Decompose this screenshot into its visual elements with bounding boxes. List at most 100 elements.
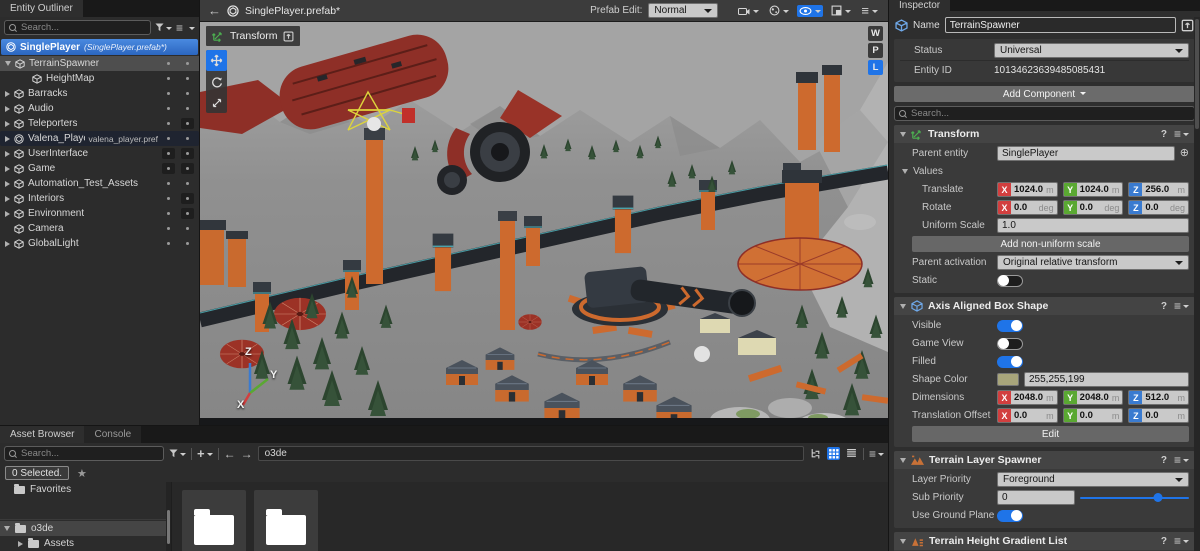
collapse-caret-icon[interactable] [900,132,906,137]
translate-x-field[interactable]: X1024.0m [997,182,1058,197]
entity-name-input[interactable] [945,17,1176,33]
expand-caret-icon[interactable] [5,91,10,97]
filter-icon[interactable] [155,23,172,32]
collapse-caret-icon[interactable] [900,458,906,463]
outliner-row-audio[interactable]: Audio [0,101,199,116]
outliner-row-game[interactable]: Game [0,161,199,176]
add-component-button[interactable]: Add Component [894,86,1195,102]
local-space-button[interactable]: L [868,60,883,75]
inspector-search-input[interactable] [911,108,1190,119]
rotate-tool-button[interactable] [206,71,227,92]
visibility-eye-icon[interactable] [797,5,823,17]
shape-color-field[interactable]: 255,255,199 [1024,372,1189,387]
lock-toggle[interactable] [181,88,194,99]
translate-z-field[interactable]: Z256.0m [1128,182,1189,197]
outliner-row-interiors[interactable]: Interiors [0,191,199,206]
folder-tile[interactable] [182,490,246,551]
dimensions-x-field[interactable]: X2048.0m [997,390,1058,405]
tab-entity-outliner[interactable]: Entity Outliner [0,0,83,17]
rotate-y-field[interactable]: Y0.0deg [1063,200,1124,215]
inspector-search[interactable] [894,106,1195,121]
selected-count-button[interactable]: 0 Selected. [5,466,69,480]
values-caret-icon[interactable] [902,169,908,174]
visibility-toggle[interactable] [162,193,175,204]
expand-caret-icon[interactable] [5,211,10,217]
gradient-list-header[interactable]: Terrain Height Gradient List ?≡ [894,532,1195,550]
expand-caret-icon[interactable] [18,541,23,547]
visibility-toggle[interactable] [162,133,175,144]
rotate-x-field[interactable]: X0.0deg [997,200,1058,215]
use-ground-plane-toggle[interactable] [997,510,1023,522]
visibility-toggle[interactable] [162,208,175,219]
camera-icon[interactable] [736,5,761,17]
viewport-menu-icon[interactable]: ≡ [859,3,880,18]
tab-console[interactable]: Console [84,426,141,443]
nav-back-icon[interactable]: ← [224,448,236,460]
lock-toggle[interactable] [181,103,194,114]
lock-toggle[interactable] [181,208,194,219]
dimensions-y-field[interactable]: Y2048.0m [1063,390,1124,405]
expand-caret-icon[interactable] [5,136,10,142]
scale-tool-button[interactable] [206,92,227,113]
help-icon[interactable]: ? [1161,455,1167,466]
component-menu-icon[interactable]: ≡ [1174,534,1189,548]
visibility-toggle[interactable] [162,103,175,114]
visibility-toggle[interactable] [162,88,175,99]
box-shape-header[interactable]: Axis Aligned Box Shape ?≡ [894,297,1195,315]
edit-box-button[interactable]: Edit [912,426,1189,442]
tab-inspector[interactable]: Inspector [889,0,950,11]
add-non-uniform-scale-button[interactable]: Add non-uniform scale [912,236,1189,252]
tab-asset-browser[interactable]: Asset Browser [0,426,84,443]
collapse-caret-icon[interactable] [900,304,906,309]
lock-toggle[interactable] [181,58,194,69]
lock-toggle[interactable] [181,178,194,189]
folder-tile[interactable] [254,490,318,551]
static-toggle[interactable] [997,275,1023,287]
visibility-toggle[interactable] [162,148,175,159]
rotate-z-field[interactable]: Z0.0deg [1128,200,1189,215]
visibility-toggle[interactable] [162,73,175,84]
visible-toggle[interactable] [997,320,1023,332]
tree-view-icon[interactable] [809,447,822,460]
uniform-scale-field[interactable]: 1.0 [997,218,1189,233]
prefab-edit-mode-dropdown[interactable]: Normal [648,3,718,18]
move-tool-button[interactable] [206,50,227,71]
favorites-row[interactable]: Favorites [0,482,171,497]
dimensions-z-field[interactable]: Z512.0m [1128,390,1189,405]
favorite-star-icon[interactable]: ★ [77,467,87,480]
outliner-row-singleplayer[interactable]: SinglePlayer (SinglePlayer.prefab*) [1,39,198,55]
folder-row-assets[interactable]: Assets [0,536,171,551]
outliner-row-barracks[interactable]: Barracks [0,86,199,101]
expand-caret-icon[interactable] [5,196,10,202]
transform-header[interactable]: Transform ?≡ [894,125,1195,143]
world-sphere-icon[interactable] [767,4,791,17]
lock-toggle[interactable] [181,133,194,144]
outliner-row-automation-test-assets[interactable]: Automation_Test_Assets [0,176,199,191]
asset-search-input[interactable] [21,448,159,459]
outliner-search[interactable] [4,20,151,35]
visibility-toggle[interactable] [162,58,175,69]
component-menu-icon[interactable]: ≡ [1174,127,1189,141]
lock-toggle[interactable] [181,238,194,249]
expand-caret-icon[interactable] [5,151,10,157]
nav-forward-icon[interactable]: → [241,448,253,460]
expand-caret-icon[interactable] [5,106,10,112]
parent-activation-dropdown[interactable]: Original relative transform [997,255,1189,270]
offset-z-field[interactable]: Z0.0m [1128,408,1189,423]
entity-picker-icon[interactable]: ⊕ [1180,148,1189,159]
visibility-toggle[interactable] [162,163,175,174]
viewport-transform-mode-pill[interactable]: Transform [206,26,300,46]
component-menu-icon[interactable]: ≡ [1174,299,1189,313]
help-icon[interactable]: ? [1161,129,1167,140]
lock-toggle[interactable] [181,193,194,204]
layer-priority-dropdown[interactable]: Foreground [997,472,1189,487]
expand-caret-icon[interactable] [5,121,10,127]
lock-toggle[interactable] [181,148,194,159]
offset-x-field[interactable]: X0.0m [997,408,1058,423]
expand-caret-icon[interactable] [5,181,10,187]
lock-toggle[interactable] [181,223,194,234]
filled-toggle[interactable] [997,356,1023,368]
asset-search[interactable] [4,446,164,461]
breadcrumb[interactable]: o3de [258,446,804,461]
outliner-row-environment[interactable]: Environment [0,206,199,221]
